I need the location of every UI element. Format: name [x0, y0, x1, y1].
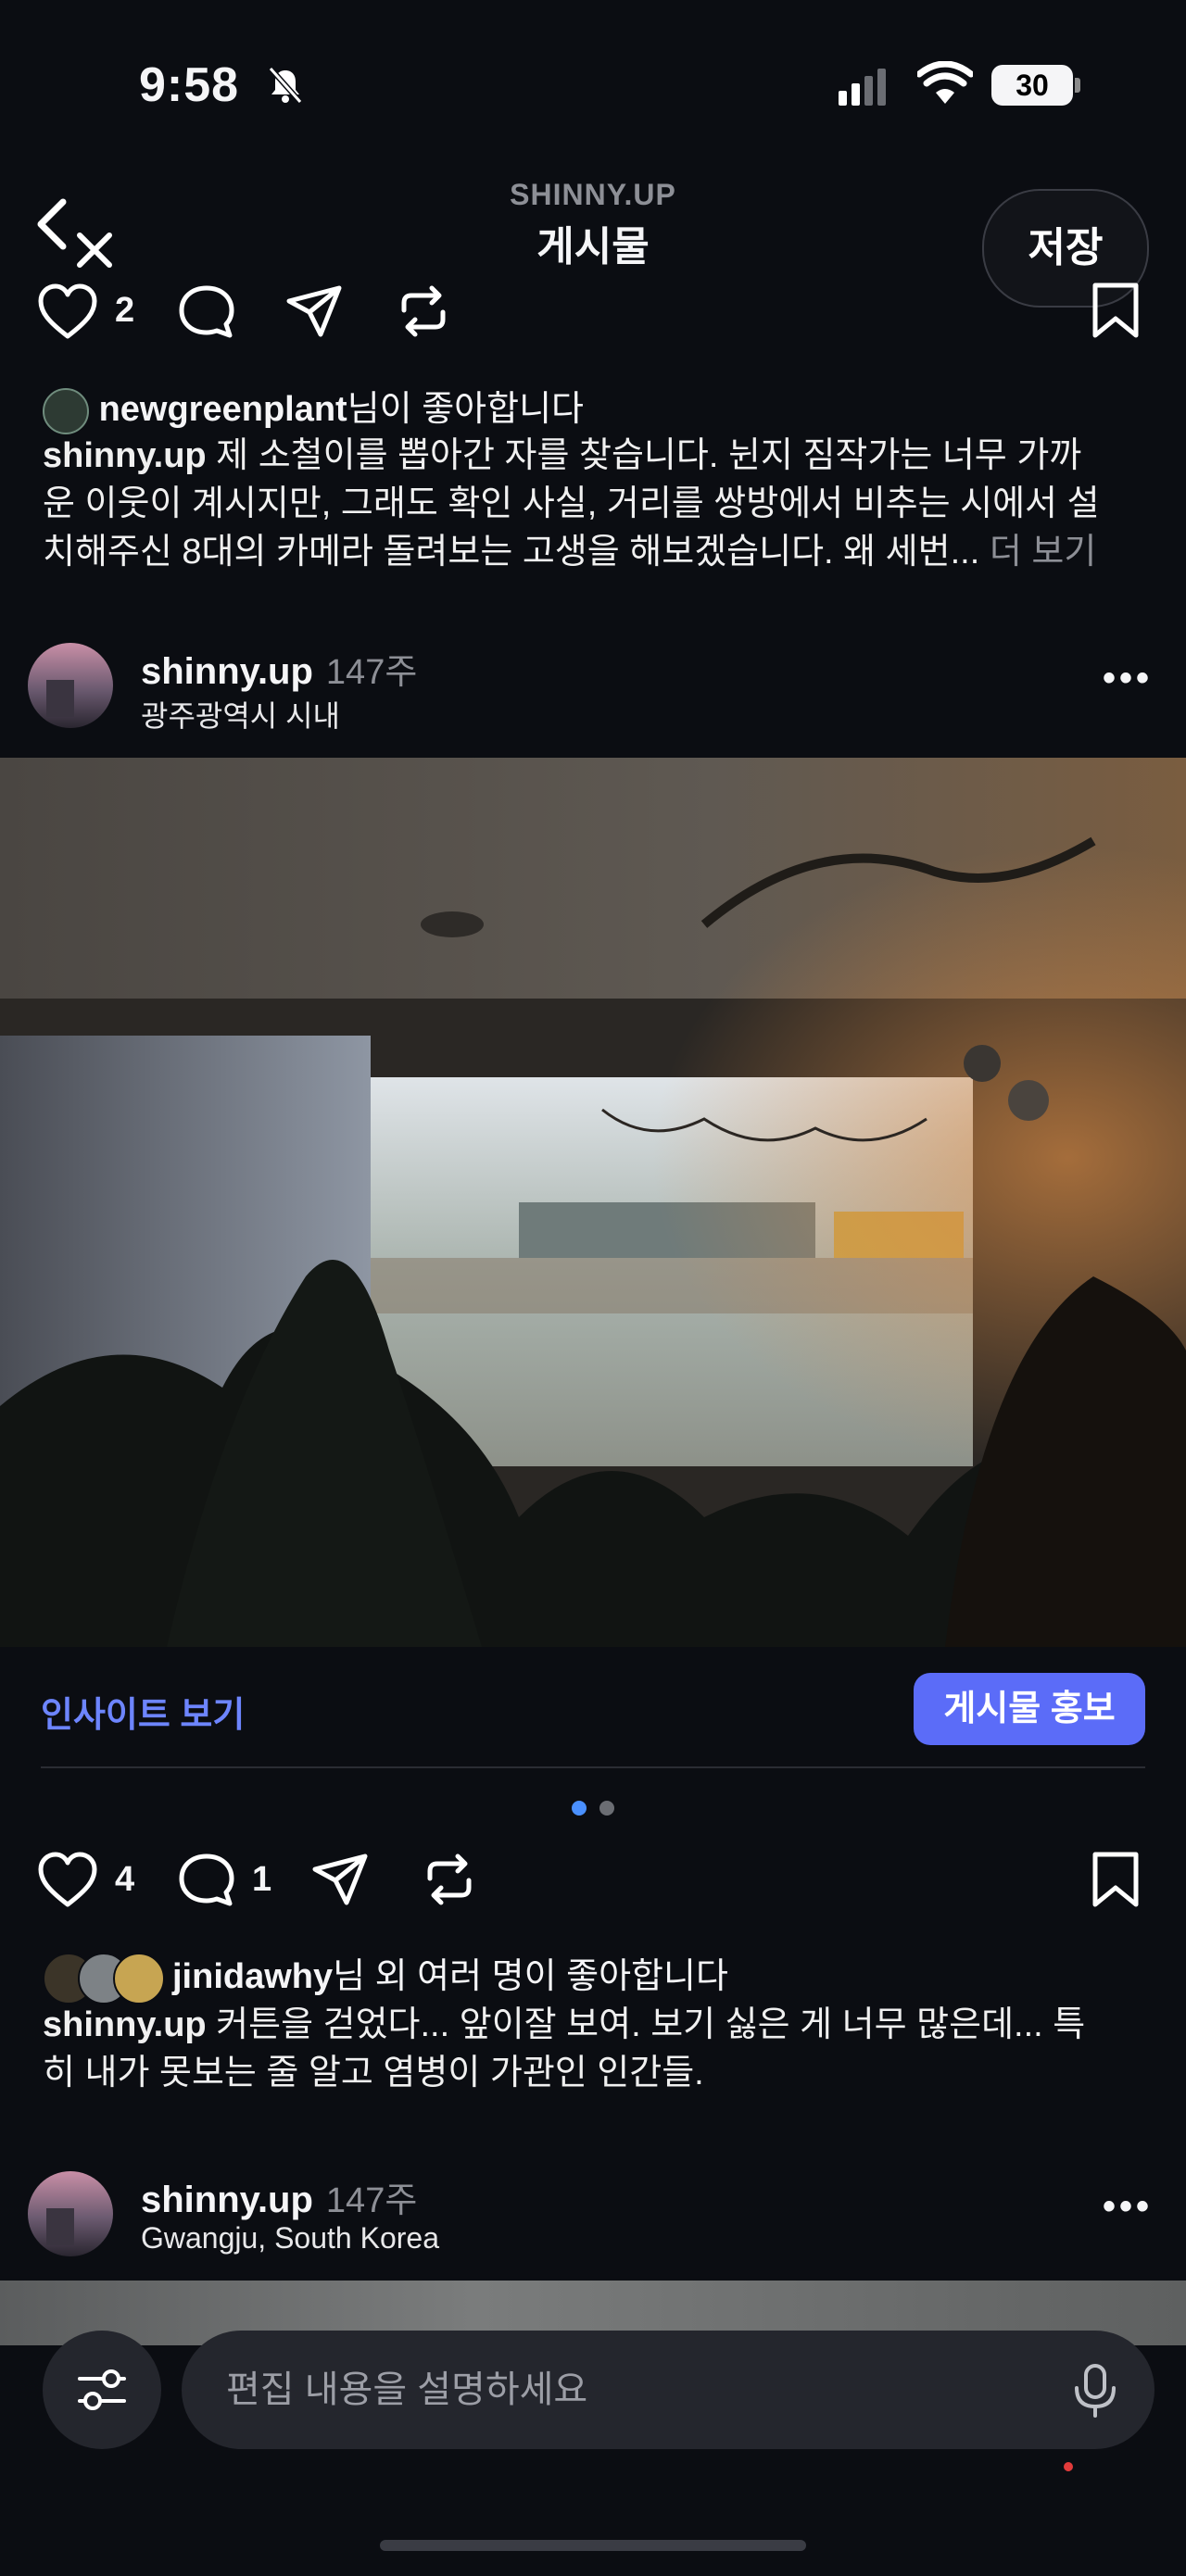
- battery-indicator: 30: [991, 65, 1073, 106]
- carousel-dot: [599, 1801, 614, 1816]
- share-icon[interactable]: [284, 283, 345, 340]
- divider: [41, 1766, 1145, 1768]
- liker-name[interactable]: jinidawhy: [172, 1957, 333, 1996]
- recording-indicator: [1064, 2462, 1073, 2471]
- caption-line: 커튼을 걷었다... 앞이잘 보여. 보기 싫은 게 너무 많은데... 특: [206, 2005, 1086, 2044]
- caption-line: 운 이웃이 계시지만, 그래도 확인 사실, 거리를 쌍방에서 비추는 시에서 …: [43, 484, 1100, 523]
- heart-icon[interactable]: [37, 1851, 98, 1908]
- like-count: 4: [115, 1860, 135, 1899]
- avatar[interactable]: [28, 643, 113, 728]
- sliders-icon: [78, 2369, 126, 2410]
- liked-by-suffix: 님이 좋아합니다: [347, 390, 584, 429]
- post-age: 147주: [325, 2181, 418, 2220]
- status-time: 9:58: [139, 58, 240, 112]
- caption-line: 치해주신 8대의 카메라 돌려보는 고생을 해보겠습니다. 왜 세번...: [43, 533, 980, 572]
- more-options-icon[interactable]: •••: [1103, 658, 1153, 699]
- liked-by-row: jinidawhy님 외 여러 명이 좋아합니다: [43, 1947, 728, 2004]
- like-count: 2: [115, 291, 135, 330]
- cellular-signal-icon: [839, 69, 890, 106]
- post1-caption: shinny.up 제 소철이를 뽑아간 자를 찾습니다. 뉜지 짐작가는 너무…: [43, 432, 1154, 576]
- repost-icon[interactable]: [393, 283, 454, 340]
- post-author[interactable]: shinny.up: [141, 651, 313, 692]
- liked-by-suffix: 님 외 여러 명이 좋아합니다: [333, 1957, 728, 1996]
- caption-line: 제 소철이를 뽑아간 자를 찾습니다. 뉜지 짐작가는 너무 가까: [206, 436, 1082, 475]
- caption-author[interactable]: shinny.up: [43, 436, 207, 475]
- microphone-icon[interactable]: [1066, 2360, 1125, 2419]
- post-location[interactable]: Gwangju, South Korea: [141, 2221, 439, 2256]
- more-link[interactable]: 더 보기: [979, 533, 1096, 572]
- avatar[interactable]: [28, 2171, 113, 2256]
- comment-icon[interactable]: [176, 283, 237, 340]
- liker-name[interactable]: newgreenplant: [99, 390, 347, 429]
- post-photo[interactable]: [0, 758, 1186, 1647]
- promote-post-button[interactable]: 게시물 홍보: [914, 1673, 1145, 1745]
- more-options-icon[interactable]: •••: [1103, 2186, 1153, 2228]
- liker-avatar[interactable]: [43, 387, 89, 434]
- bell-muted-icon: [268, 67, 303, 104]
- post2-caption: shinny.up 커튼을 걷었다... 앞이잘 보여. 보기 싫은 게 너무 …: [43, 2001, 1154, 2097]
- carousel-dot-active: [572, 1801, 587, 1816]
- heart-icon[interactable]: [37, 283, 98, 340]
- post-age: 147주: [325, 653, 418, 692]
- comment-icon[interactable]: [176, 1851, 237, 1908]
- post-author-row: shinny.up 147주: [141, 643, 417, 694]
- caption-line: 히 내가 못보는 줄 알고 염병이 가관인 인간들.: [43, 2054, 704, 2092]
- post-author[interactable]: shinny.up: [141, 2180, 313, 2220]
- adjust-button[interactable]: [43, 2331, 161, 2449]
- comment-count: 1: [252, 1860, 272, 1899]
- wifi-icon: [917, 61, 973, 104]
- post-author-row: shinny.up 147주: [141, 2171, 417, 2222]
- liker-avatar[interactable]: [113, 1952, 165, 2004]
- battery-tip: [1075, 78, 1080, 93]
- home-indicator[interactable]: [380, 2540, 806, 2551]
- repost-icon[interactable]: [419, 1851, 480, 1908]
- bookmark-icon[interactable]: [1090, 280, 1142, 341]
- insight-link[interactable]: 인사이트 보기: [41, 1686, 245, 1737]
- bookmark-icon[interactable]: [1090, 1849, 1142, 1910]
- edit-description-input[interactable]: 편집 내용을 설명하세요: [182, 2331, 1154, 2449]
- share-icon[interactable]: [309, 1851, 371, 1908]
- post-location[interactable]: 광주광역시 시내: [141, 693, 340, 735]
- liked-by-row: newgreenplant님이 좋아합니다: [43, 380, 584, 434]
- caption-author[interactable]: shinny.up: [43, 2005, 207, 2044]
